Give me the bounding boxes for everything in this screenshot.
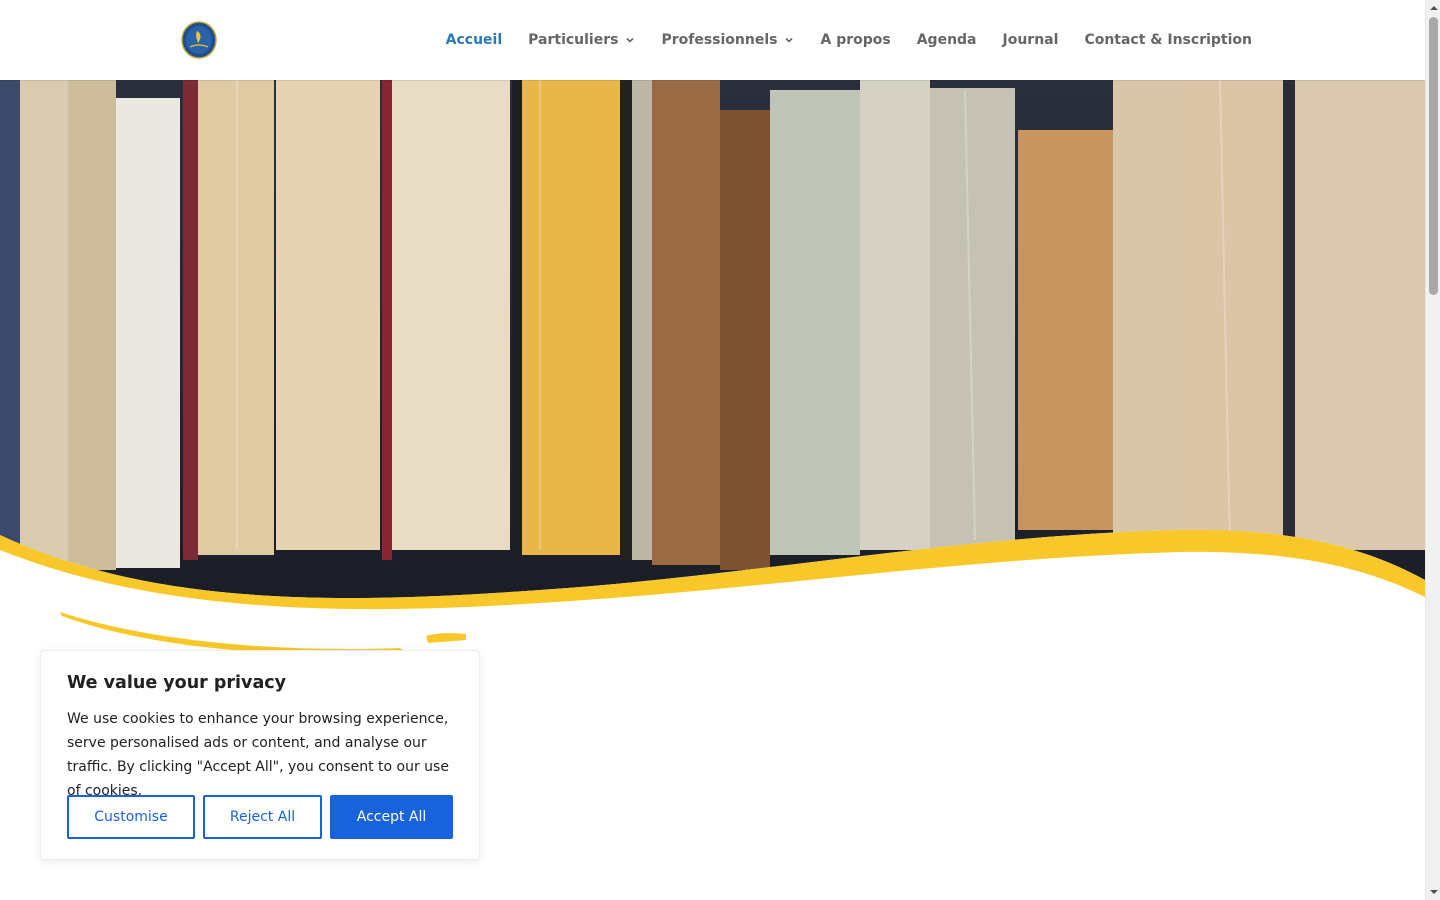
nav-item-label: Agenda	[916, 32, 977, 48]
scroll-down-arrow-icon[interactable]	[1426, 884, 1440, 900]
site-header: Accueil Particuliers Professionnels A pr…	[0, 0, 1425, 80]
nav-item-contact[interactable]: Contact & Inscription	[1084, 32, 1252, 48]
nav-item-label: Journal	[1002, 32, 1059, 48]
customise-button[interactable]: Customise	[67, 795, 195, 839]
site-logo-icon[interactable]	[181, 21, 217, 59]
nav-item-label: Particuliers	[528, 32, 619, 48]
nav-item-particuliers[interactable]: Particuliers	[528, 32, 635, 48]
page-scrollbar[interactable]	[1425, 0, 1440, 900]
cookie-title: We value your privacy	[67, 673, 287, 693]
bookshelf-photo	[0, 80, 1425, 610]
nav-item-label: Accueil	[445, 32, 503, 48]
scroll-up-arrow-icon[interactable]	[1426, 0, 1440, 16]
nav-item-agenda[interactable]: Agenda	[917, 32, 977, 48]
nav-item-professionnels[interactable]: Professionnels	[661, 32, 794, 48]
scrollbar-thumb[interactable]	[1429, 17, 1438, 295]
hero-image	[0, 80, 1425, 610]
chevron-down-icon	[625, 35, 635, 45]
cookie-consent-banner: We value your privacy We use cookies to …	[40, 650, 480, 860]
accept-all-button[interactable]: Accept All	[330, 795, 453, 839]
cookie-description: We use cookies to enhance your browsing …	[67, 711, 449, 799]
nav-item-accueil[interactable]: Accueil	[446, 32, 503, 48]
reject-all-button[interactable]: Reject All	[203, 795, 322, 839]
nav-item-label: Contact & Inscription	[1084, 32, 1252, 48]
nav-item-label: Professionnels	[661, 32, 778, 48]
nav-item-label: A propos	[820, 32, 891, 48]
nav-item-a-propos[interactable]: A propos	[820, 32, 890, 48]
main-nav: Accueil Particuliers Professionnels A pr…	[420, 0, 1252, 80]
cookie-actions: Customise Reject All Accept All	[67, 795, 453, 839]
nav-item-journal[interactable]: Journal	[1003, 32, 1059, 48]
chevron-down-icon	[784, 35, 794, 45]
